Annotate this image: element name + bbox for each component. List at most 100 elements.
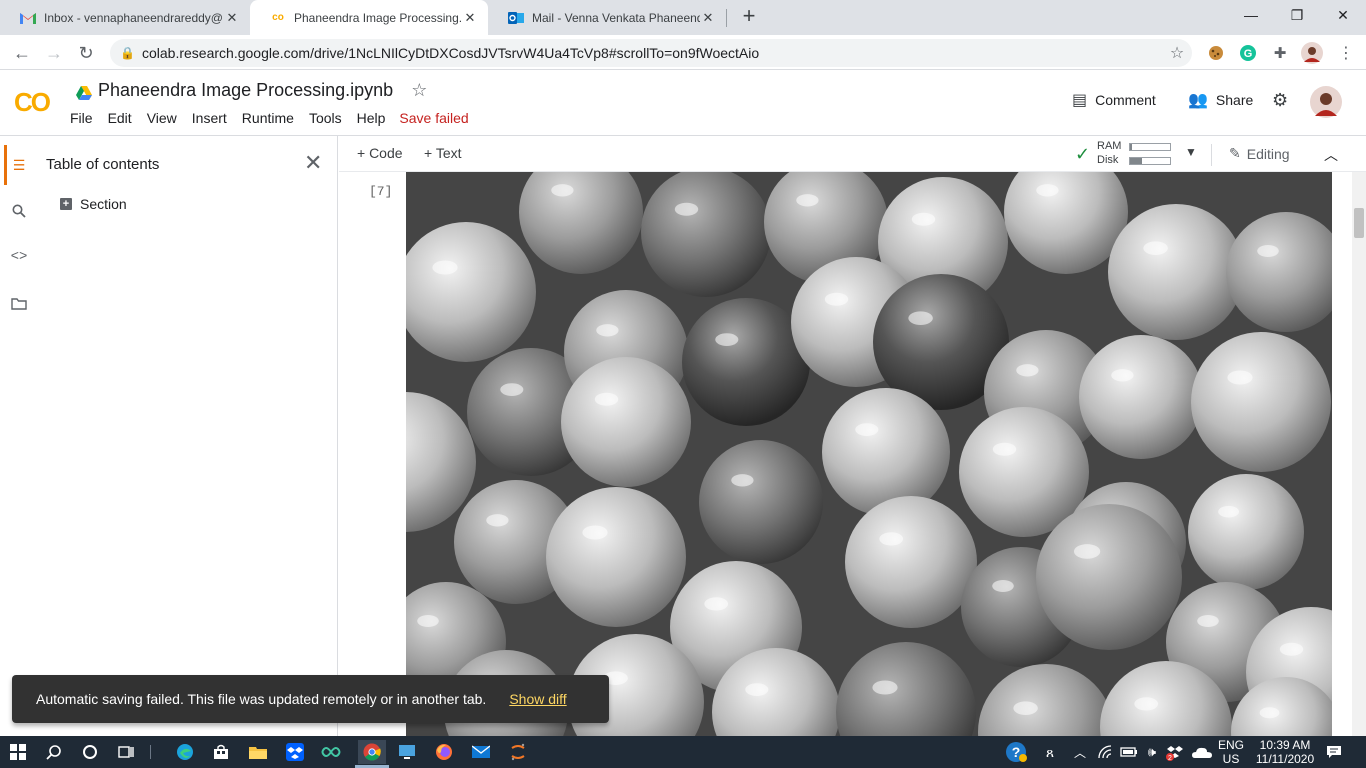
expand-plus-icon[interactable]: + (60, 198, 72, 210)
wifi-icon[interactable] (1094, 740, 1118, 764)
edge-icon[interactable] (173, 740, 197, 764)
windows-taskbar: ? ጸ ︿ 🕪 2 ENG US 10:39 AM 11/11/2020 (0, 736, 1366, 768)
marble (845, 496, 977, 628)
search-icon[interactable] (8, 200, 30, 222)
account-avatar[interactable] (1310, 86, 1342, 118)
volume-icon[interactable]: 🕪 (1140, 740, 1164, 764)
resources-dropdown-icon[interactable]: ▼ (1185, 145, 1197, 159)
marble-highlight (731, 474, 754, 487)
mail-icon[interactable] (469, 740, 493, 764)
close-window-button[interactable]: ✕ (1320, 0, 1366, 30)
windows-start-icon[interactable] (6, 740, 30, 764)
add-code-button[interactable]: + Code (357, 145, 403, 161)
menu-tools[interactable]: Tools (309, 110, 342, 126)
settings-gear-icon[interactable]: ⚙ (1272, 90, 1288, 111)
marble-highlight (704, 597, 729, 611)
menu-view[interactable]: View (147, 110, 177, 126)
svg-text:G: G (1244, 48, 1253, 60)
close-tab-icon[interactable]: ✕ (462, 10, 478, 26)
firefox-icon[interactable] (432, 740, 456, 764)
battery-icon[interactable] (1117, 740, 1141, 764)
people-icon[interactable]: ጸ (1038, 740, 1062, 764)
chevron-up-icon[interactable]: ︿ (1068, 740, 1092, 764)
table-of-contents-icon[interactable]: ☰ (8, 154, 30, 176)
clock-date: 11/11/2020 (1255, 752, 1315, 766)
toc-title: Table of contents (46, 156, 160, 173)
minimize-button[interactable]: — (1228, 0, 1274, 30)
marble-highlight (908, 311, 933, 325)
marble-highlight (1279, 642, 1304, 656)
taskbar-divider (150, 745, 151, 759)
search-icon[interactable] (42, 740, 66, 764)
connected-check-icon: ✓ (1075, 144, 1091, 164)
infinity-app-icon[interactable] (319, 740, 343, 764)
dropbox-icon[interactable] (283, 740, 307, 764)
close-icon[interactable]: ✕ (304, 150, 322, 176)
tab-title: Inbox - vennaphaneendrareddy@ (44, 10, 223, 25)
tab-outlook[interactable]: Mail - Venna Venkata Phaneendra ✕ (488, 0, 726, 35)
people-icon: 👥 (1188, 92, 1208, 109)
grammarly-icon[interactable]: G (1236, 41, 1260, 65)
marble-highlight (674, 202, 699, 216)
scrollbar-thumb[interactable] (1354, 208, 1364, 238)
chrome-menu-icon[interactable]: ⋮ (1334, 41, 1358, 65)
help-icon[interactable]: ? (1004, 740, 1028, 764)
back-button[interactable]: ← (8, 39, 36, 67)
cortana-icon[interactable] (78, 740, 102, 764)
marble (1191, 332, 1331, 472)
notebook-scrollbar[interactable] (1352, 172, 1366, 736)
close-tab-icon[interactable]: ✕ (700, 10, 716, 26)
restore-button[interactable]: ❐ (1274, 0, 1320, 30)
collapse-header-icon[interactable]: ︿ (1324, 145, 1338, 165)
menu-help[interactable]: Help (357, 110, 386, 126)
marble (1079, 335, 1203, 459)
star-icon[interactable]: ☆ (411, 80, 427, 101)
forward-button[interactable]: → (40, 39, 68, 67)
share-button[interactable]: 👥 Share (1188, 90, 1253, 110)
notebook-title[interactable]: Phaneendra Image Processing.ipynb (98, 80, 393, 101)
save-failed-status[interactable]: Save failed (399, 110, 468, 126)
bookmark-star-icon[interactable]: ☆ (1162, 43, 1192, 63)
marble-highlight (1197, 615, 1219, 627)
extensions-puzzle-icon[interactable]: ✚ (1268, 41, 1292, 65)
code-snippets-icon[interactable]: <> (8, 246, 30, 268)
profile-avatar[interactable] (1300, 41, 1324, 65)
jupyter-icon[interactable] (506, 740, 530, 764)
menu-edit[interactable]: Edit (108, 110, 132, 126)
tab-colab[interactable]: co Phaneendra Image Processing.ipynb ✕ (250, 0, 488, 35)
comment-label: Comment (1095, 92, 1156, 108)
menu-runtime[interactable]: Runtime (242, 110, 294, 126)
cookie-extension-icon[interactable] (1204, 41, 1228, 65)
toc-item[interactable]: + Section (60, 196, 127, 212)
remote-desktop-icon[interactable] (395, 740, 419, 764)
new-tab-button[interactable]: + (737, 5, 761, 29)
task-view-icon[interactable] (114, 740, 138, 764)
dropbox-tray-icon[interactable]: 2 (1163, 740, 1187, 764)
editing-mode-button[interactable]: ✎ Editing (1229, 145, 1290, 162)
reload-button[interactable]: ↻ (72, 39, 100, 67)
tab-gmail[interactable]: Inbox - vennaphaneendrareddy@ ✕ (0, 0, 250, 35)
marble-highlight (911, 212, 936, 226)
folder-icon[interactable] (8, 292, 30, 314)
comment-button[interactable]: ▤ Comment (1072, 90, 1156, 110)
menu-insert[interactable]: Insert (192, 110, 227, 126)
marble-highlight (1218, 505, 1240, 518)
address-bar[interactable]: 🔒 colab.research.google.com/drive/1NcLNI… (110, 39, 1192, 67)
show-diff-link[interactable]: Show diff (509, 691, 566, 707)
store-icon[interactable] (209, 740, 233, 764)
marble-highlight (745, 683, 769, 696)
menu-file[interactable]: File (70, 110, 93, 126)
onedrive-icon[interactable] (1190, 740, 1214, 764)
file-explorer-icon[interactable] (246, 740, 270, 764)
tab-title: Phaneendra Image Processing.ipynb (294, 10, 462, 25)
ram-disk-indicator[interactable]: ✓ RAM Disk (1075, 140, 1185, 168)
taskbar-clock[interactable]: 10:39 AM 11/11/2020 (1250, 738, 1320, 766)
notification-center-icon[interactable] (1322, 740, 1346, 764)
add-text-button[interactable]: + Text (424, 145, 462, 161)
language-indicator[interactable]: ENG US (1218, 738, 1244, 766)
chrome-taskbar-icon[interactable] (358, 740, 386, 764)
colab-logo[interactable]: CO (14, 87, 51, 118)
close-tab-icon[interactable]: ✕ (224, 10, 240, 26)
toolbar-divider (1211, 144, 1212, 166)
marbles-grayscale-image (406, 172, 1332, 736)
